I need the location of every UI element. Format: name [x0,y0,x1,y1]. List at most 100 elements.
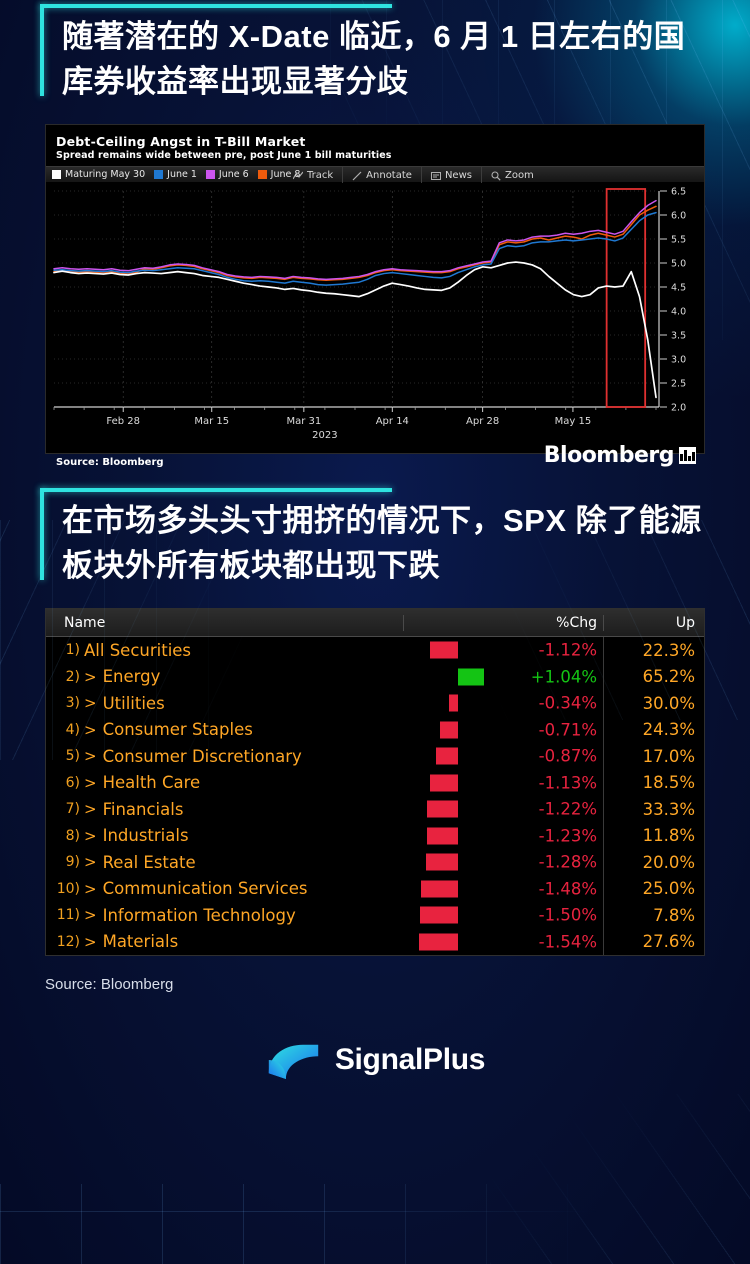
row-sector-label: Health Care [102,773,201,793]
row-sector-name[interactable]: > Health Care [84,773,404,792]
table-row[interactable]: 5) > Consumer Discretionary -0.87% 17.0% [46,743,704,770]
row-sector-label: Utilities [102,693,165,713]
legend-label: Maturing May 30 [65,169,146,180]
svg-text:5.5: 5.5 [671,235,686,246]
row-change-bar-cell: +1.04% [404,663,604,690]
row-change-bar-cell: -0.87% [404,743,604,770]
svg-text:May 15: May 15 [555,416,592,427]
row-sector-name[interactable]: > Real Estate [84,853,404,872]
row-change-bar-cell: -0.34% [404,690,604,717]
svg-text:3.5: 3.5 [671,331,686,342]
row-sector-label: Communication Services [102,879,308,899]
zoom-label: Zoom [504,170,534,181]
row-up-pct: 20.0% [642,852,695,872]
table-row[interactable]: 12) > Materials -1.54% 27.6% [46,928,704,955]
row-change-bar-cell: -0.71% [404,716,604,743]
table-row[interactable]: 4) > Consumer Staples -0.71% 24.3% [46,716,704,743]
table-row[interactable]: 9) > Real Estate -1.28% 20.0% [46,849,704,876]
table-row[interactable]: 3) > Utilities -0.34% 30.0% [46,690,704,717]
row-up-pct: 17.0% [642,746,695,766]
legend-swatch-icon [205,170,215,179]
annotate-button[interactable]: Annotate [342,167,421,184]
row-sector-label: Energy [102,667,161,687]
bloomberg-bars-icon [679,447,696,464]
chart-footer: Source: Bloomberg Bloomberg [46,441,704,473]
row-sector-name[interactable]: All Securities [84,641,404,660]
row-pct-change: -1.48% [538,879,597,899]
bloomberg-logo: Bloomberg [544,443,696,468]
row-index: 9) [65,854,80,871]
column-header-up[interactable]: Up [604,615,704,631]
svg-text:3.0: 3.0 [671,355,686,366]
table-row[interactable]: 7) > Financials -1.22% 33.3% [46,796,704,823]
chart-title: Debt-Ceiling Angst in T-Bill Market [56,134,306,149]
row-pct-change: -0.34% [538,693,597,713]
expand-chevron-icon[interactable]: > [84,853,97,871]
table-body: 1) All Securities -1.12% 22.3% 2) > Energy +1.0… [46,637,704,955]
news-button[interactable]: News [420,167,481,184]
track-icon [293,171,303,179]
legend-item[interactable]: June 6 [205,169,249,180]
row-sector-label: Real Estate [102,852,196,872]
column-header-pct-change[interactable]: %Chg [404,614,604,631]
legend-item[interactable]: June 1 [154,169,197,180]
expand-chevron-icon[interactable]: > [84,800,97,818]
row-sector-label: All Securities [84,640,192,660]
table-row[interactable]: 11) > Information Technology -1.50% 7.8% [46,902,704,929]
negative-change-bar [425,853,458,871]
row-up-pct: 22.3% [642,640,695,660]
svg-text:2.5: 2.5 [671,379,686,390]
chart-legend: Maturing May 30 June 1 June 6 June 8 [46,169,300,180]
table-row[interactable]: 1) All Securities -1.12% 22.3% [46,637,704,664]
row-up-pct: 33.3% [642,799,695,819]
expand-chevron-icon[interactable]: > [84,827,97,845]
row-pct-change: -1.28% [538,852,597,872]
row-up-pct: 65.2% [642,667,695,687]
expand-chevron-icon[interactable]: > [84,668,97,686]
signalplus-wordmark: SignalPlus [334,1043,486,1076]
legend-item[interactable]: Maturing May 30 [52,169,145,180]
row-index: 10) [56,880,80,897]
expand-chevron-icon[interactable]: > [84,774,97,792]
expand-chevron-icon[interactable]: > [84,933,97,951]
row-sector-label: Industrials [102,826,189,846]
row-sector-name[interactable]: > Financials [84,800,404,819]
expand-chevron-icon[interactable]: > [84,747,97,765]
svg-text:Apr 14: Apr 14 [376,416,409,427]
row-sector-name[interactable]: > Energy [84,667,404,686]
expand-chevron-icon[interactable]: > [84,880,97,898]
page-root: 随著潜在的 X-Date 临近，6 月 1 日左右的国库券收益率出现显著分歧 D… [0,0,750,1264]
zoom-icon [491,170,501,181]
zoom-button[interactable]: Zoom [480,167,543,184]
row-pct-change: -1.12% [538,640,597,660]
chart-plot-area: 2.0 2.5 3.0 3.5 4.0 4.5 5.0 5.5 6.0 6.5 Feb 28 Mar … [46,183,704,441]
row-sector-label: Information Technology [102,905,296,925]
svg-text:Mar 15: Mar 15 [194,416,229,427]
expand-chevron-icon[interactable]: > [84,906,97,924]
row-change-bar-cell: -1.48% [404,875,604,902]
expand-chevron-icon[interactable]: > [84,721,97,739]
row-sector-name[interactable]: > Information Technology [84,906,404,925]
track-button[interactable]: Track [284,167,342,184]
row-change-bar-cell: -1.12% [404,637,604,664]
row-sector-name[interactable]: > Materials [84,932,404,951]
table-row[interactable]: 2) > Energy +1.04% 65.2% [46,663,704,690]
annotate-label: Annotate [366,170,412,181]
table-row[interactable]: 6) > Health Care -1.13% 18.5% [46,769,704,796]
row-pct-change: -1.54% [538,932,597,952]
row-sector-name[interactable]: > Consumer Staples [84,720,404,739]
row-sector-label: Financials [102,799,184,819]
chart-subtitle: Spread remains wide between pre, post Ju… [56,150,392,161]
table-row[interactable]: 8) > Industrials -1.23% 11.8% [46,822,704,849]
table-row[interactable]: 10) > Communication Services -1.48% 25.0% [46,875,704,902]
row-sector-name[interactable]: > Consumer Discretionary [84,747,404,766]
row-sector-name[interactable]: > Industrials [84,826,404,845]
svg-text:Feb 28: Feb 28 [106,416,140,427]
expand-chevron-icon[interactable]: > [84,694,97,712]
row-sector-name[interactable]: > Communication Services [84,879,404,898]
legend-swatch-icon [154,170,164,179]
positive-change-bar [457,668,484,686]
column-header-name[interactable]: Name [46,614,404,631]
row-sector-name[interactable]: > Utilities [84,694,404,713]
row-up-pct: 25.0% [642,879,695,899]
